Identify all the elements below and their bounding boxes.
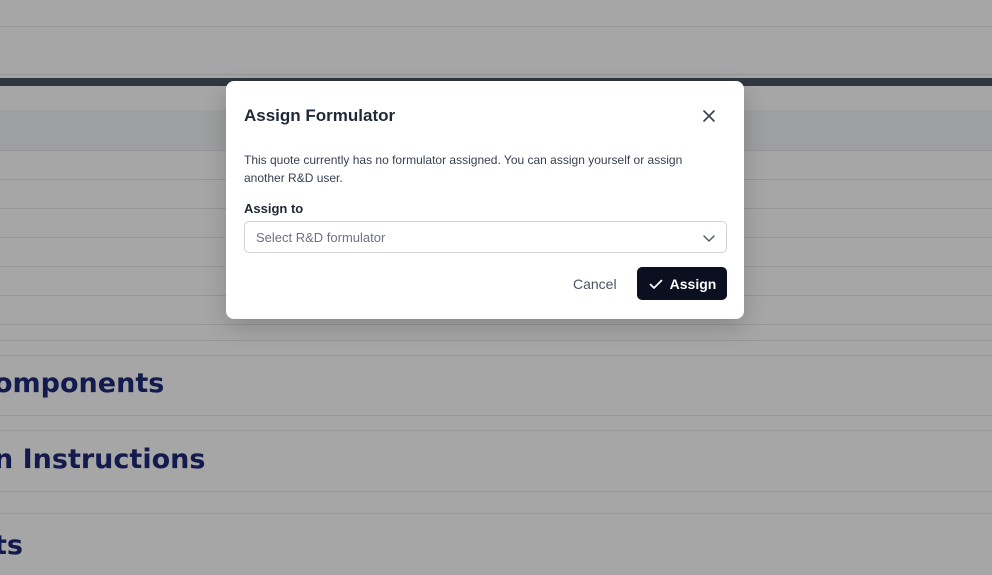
close-button[interactable]: [698, 105, 720, 127]
assign-button[interactable]: Assign: [637, 267, 727, 300]
dialog-title: Assign Formulator: [244, 106, 396, 125]
chevron-down-icon: [703, 235, 715, 242]
dialog-description: This quote currently has no formulator a…: [244, 153, 683, 185]
check-icon: [649, 279, 663, 289]
page: omponents n Instructions ts Assign Formu…: [0, 0, 992, 575]
close-icon: [703, 110, 715, 122]
select-placeholder: Select R&D formulator: [256, 230, 386, 245]
assign-to-label: Assign to: [244, 201, 304, 216]
assign-button-label: Assign: [669, 275, 717, 292]
assign-formulator-dialog: Assign Formulator This quote currently h…: [226, 81, 744, 319]
cancel-button[interactable]: Cancel: [565, 267, 625, 300]
formulator-select[interactable]: Select R&D formulator: [244, 221, 727, 253]
